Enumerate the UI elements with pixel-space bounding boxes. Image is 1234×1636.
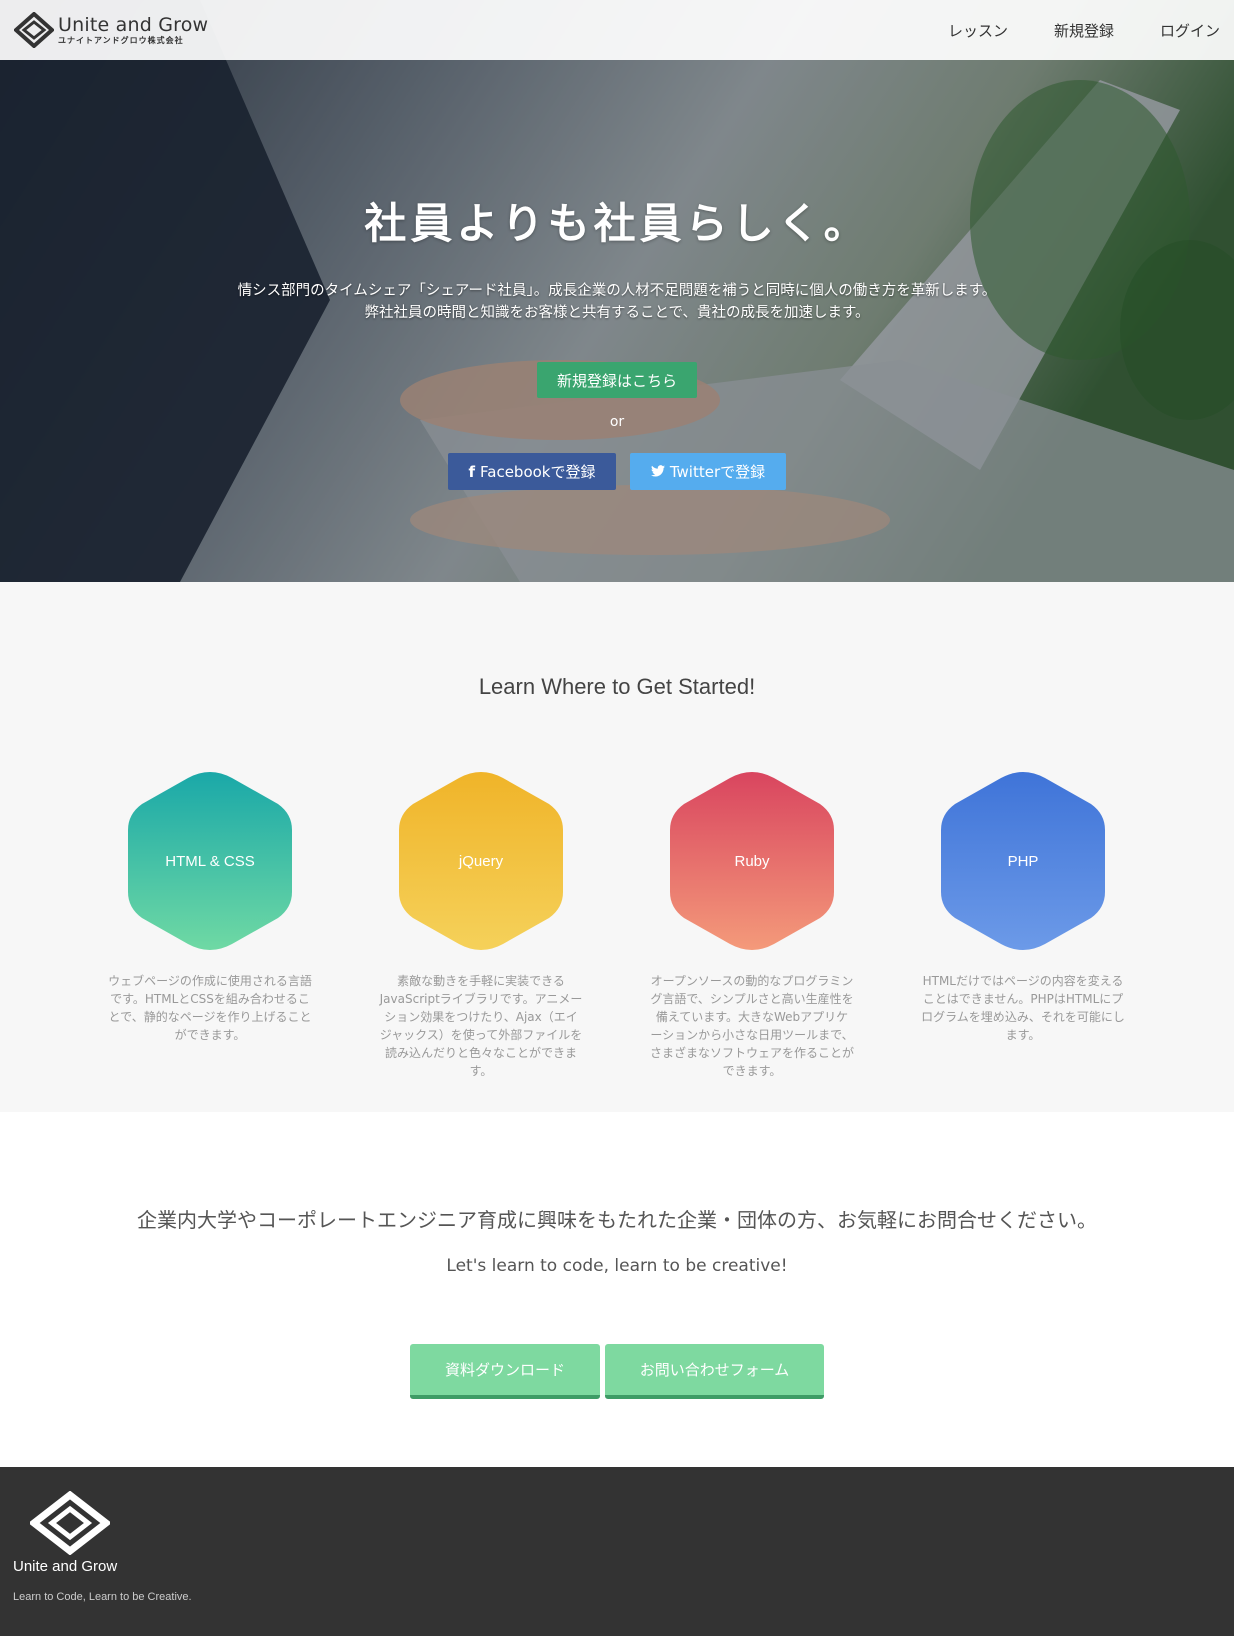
twitter-signup-label: Twitterで登録 [669,463,766,481]
lesson-title: HTML & CSS [165,852,255,870]
lesson-hexagon[interactable]: PHP [941,772,1105,950]
lesson-card-jquery: jQuery 素敵な動きを手軽に実装できるJavaScriptライブラリです。ア… [361,772,601,1080]
facebook-signup-button[interactable]: f Facebookで登録 [448,453,616,490]
hero-title: 社員よりも社員らしく。 [364,199,870,248]
contact-section: 企業内大学やコーポレートエンジニア育成に興味をもたれた企業・団体の方、お気軽にお… [0,1112,1234,1467]
nav-item-signup[interactable]: 新規登録 [1054,20,1114,41]
nav-item-login[interactable]: ログイン [1160,20,1220,41]
footer-logo-icon [30,1491,110,1555]
nav-item-lessons[interactable]: レッスン [948,20,1008,41]
logo[interactable]: Unite and Grow ユナイトアンドグロウ株式会社 [14,10,208,50]
lessons-section: Learn Where to Get Started! HTML & CSS ウ… [0,582,1234,1112]
hero-description-line: 弊社社員の時間と知識をお客様と共有することで、貴社の成長を加速します。 [364,305,870,321]
contact-subheading: Let's learn to code, learn to be creativ… [446,1256,788,1276]
contact-heading: 企業内大学やコーポレートエンジニア育成に興味をもたれた企業・団体の方、お気軽にお… [137,1208,1097,1232]
lessons-heading: Learn Where to Get Started! [478,674,756,699]
lesson-description: HTMLだけではページの内容を変えることはできません。PHPはHTMLにプログラ… [921,974,1125,1042]
lesson-hexagon[interactable]: Ruby [670,772,834,950]
site-footer: Unite and Grow Learn to Code, Learn to b… [0,1467,1234,1636]
lesson-description: 素敵な動きを手軽に実装できるJavaScriptライブラリです。アニメーション効… [379,974,583,1078]
lesson-title: PHP [1007,852,1039,870]
twitter-icon [650,463,665,481]
lesson-hexagon[interactable]: jQuery [399,772,563,950]
logo-mark-icon [14,12,54,48]
hero-description-line: 情シス部門のタイムシェア「シェアード社員」。成長企業の人材不足問題を補うと同時に… [237,283,997,299]
signup-button[interactable]: 新規登録はこちら [537,362,697,398]
site-header: Unite and Grow ユナイトアンドグロウ株式会社 レッスン 新規登録 … [0,0,1234,60]
lesson-title: jQuery [458,852,504,870]
lesson-card-html-css: HTML & CSS ウェブページの作成に使用される言語です。HTMLとCSSを… [90,772,330,1044]
download-button[interactable]: 資料ダウンロード [410,1344,600,1399]
hero-description: 情シス部門のタイムシェア「シェアード社員」。成長企業の人材不足問題を補うと同時に… [0,280,1234,324]
footer-brand-name: Unite and Grow [13,1558,118,1575]
facebook-signup-label: Facebookで登録 [480,463,596,481]
footer-tagline: Learn to Code, Learn to be Creative. [13,1591,192,1603]
lesson-card-ruby: Ruby オープンソースの動的なプログラミング言語で、シンプルさと高い生産性を備… [632,772,872,1080]
contact-form-button[interactable]: お問い合わせフォーム [605,1344,824,1399]
lesson-title: Ruby [734,852,770,870]
lesson-description: ウェブページの作成に使用される言語です。HTMLとCSSを組み合わせることで、静… [108,974,312,1042]
logo-title: Unite and Grow [58,14,209,36]
or-text: or [609,414,625,430]
facebook-icon: f [468,462,476,481]
lesson-hexagon[interactable]: HTML & CSS [128,772,292,950]
lesson-card-php: PHP HTMLだけではページの内容を変えることはできません。PHPはHTMLに… [903,772,1143,1044]
logo-subtitle: ユナイトアンドグロウ株式会社 [58,36,184,45]
twitter-signup-button[interactable]: Twitterで登録 [630,453,786,490]
hero-section: 社員よりも社員らしく。 情シス部門のタイムシェア「シェアード社員」。成長企業の人… [0,0,1234,582]
main-nav: レッスン 新規登録 ログイン [902,0,1220,60]
lesson-description: オープンソースの動的なプログラミング言語で、シンプルさと高い生産性を備えています… [650,974,855,1078]
